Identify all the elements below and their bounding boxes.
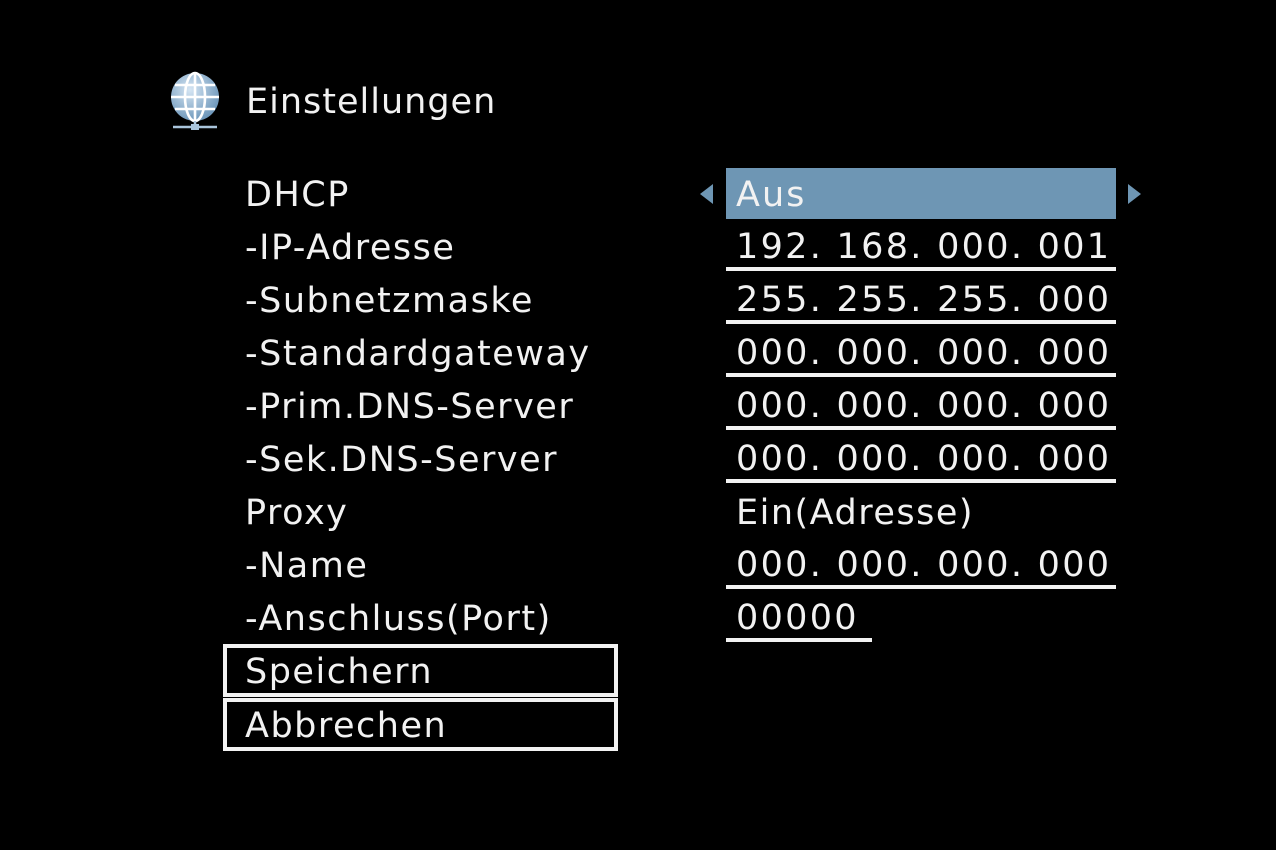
cancel-button[interactable]: Abbrechen xyxy=(223,698,618,751)
save-button[interactable]: Speichern xyxy=(223,644,618,697)
ip-address-field[interactable]: 192. 168. 000. 001 xyxy=(726,227,1116,271)
default-gateway-label: -Standardgateway xyxy=(245,334,591,374)
proxy-mode-value[interactable]: Ein(Adresse) xyxy=(726,493,974,533)
proxy-port-label: -Anschluss(Port) xyxy=(245,599,552,639)
proxy-label: Proxy xyxy=(245,493,349,533)
arrow-right-icon[interactable] xyxy=(1128,184,1141,204)
arrow-left-icon[interactable] xyxy=(700,184,713,204)
subnet-mask-field[interactable]: 255. 255. 255. 000 xyxy=(726,280,1116,324)
ip-address-label: -IP-Adresse xyxy=(245,228,456,268)
page-title: Einstellungen xyxy=(246,82,497,122)
default-gateway-field[interactable]: 000. 000. 000. 000 xyxy=(726,333,1116,377)
globe-network-icon xyxy=(171,71,219,130)
primary-dns-field[interactable]: 000. 000. 000. 000 xyxy=(726,386,1116,430)
subnet-mask-label: -Subnetzmaske xyxy=(245,281,534,321)
dhcp-label: DHCP xyxy=(245,175,350,215)
dhcp-selector[interactable]: Aus xyxy=(726,168,1116,219)
primary-dns-label: -Prim.DNS-Server xyxy=(245,387,575,427)
proxy-port-field[interactable]: 00000 xyxy=(726,598,872,642)
proxy-name-label: -Name xyxy=(245,546,369,586)
header: Einstellungen xyxy=(168,70,495,132)
secondary-dns-label: -Sek.DNS-Server xyxy=(245,440,559,480)
proxy-name-field[interactable]: 000. 000. 000. 000 xyxy=(726,545,1116,589)
secondary-dns-field[interactable]: 000. 000. 000. 000 xyxy=(726,439,1116,483)
